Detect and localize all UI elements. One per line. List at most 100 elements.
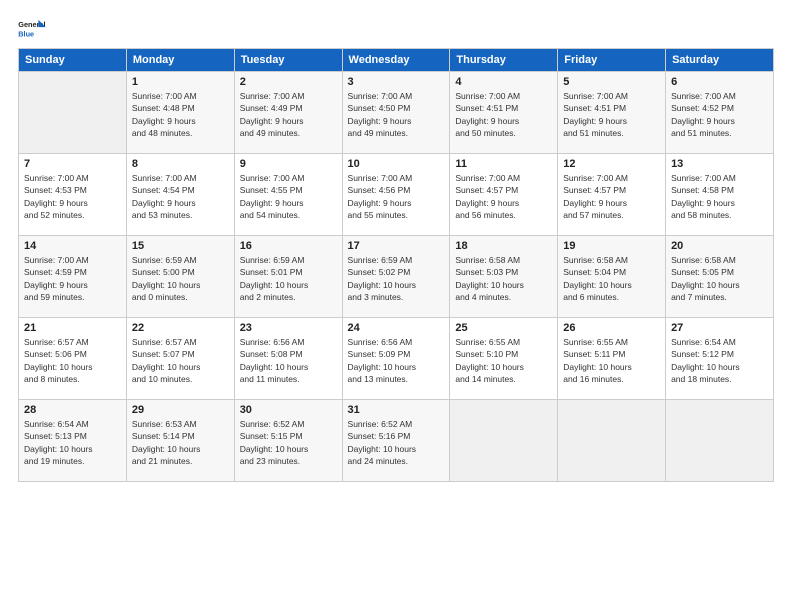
calendar-cell: 30Sunrise: 6:52 AM Sunset: 5:15 PM Dayli…	[234, 400, 342, 482]
calendar-cell: 5 Sunrise: 7:00 AM Sunset: 4:51 PM Daylig…	[558, 72, 666, 154]
day-info: Sunrise: 7:00 AM Sunset: 4:56 PM Dayligh…	[348, 172, 445, 221]
day-number: 17	[348, 240, 445, 252]
day-number: 6	[671, 76, 768, 88]
calendar-cell: 2 Sunrise: 7:00 AM Sunset: 4:49 PM Daylig…	[234, 72, 342, 154]
day-number: 10	[348, 158, 445, 170]
weekday-header: Monday	[126, 49, 234, 72]
day-number: 23	[240, 322, 337, 334]
day-number: 24	[348, 322, 445, 334]
calendar-cell: 31 Sunrise: 6:52 AM Sunset: 5:16 PM Dayli…	[342, 400, 450, 482]
weekday-header: Friday	[558, 49, 666, 72]
day-info: Sunrise: 6:57 AM Sunset: 5:07 PM Dayligh…	[132, 336, 229, 385]
day-info: Sunrise: 7:00 AM Sunset: 4:54 PM Dayligh…	[132, 172, 229, 221]
day-number: 18	[455, 240, 552, 252]
calendar-cell: 10 Sunrise: 7:00 AM Sunset: 4:56 PM Dayli…	[342, 154, 450, 236]
weekday-header: Tuesday	[234, 49, 342, 72]
calendar-table: SundayMondayTuesdayWednesdayThursdayFrid…	[18, 48, 774, 482]
calendar-cell: 22 Sunrise: 6:57 AM Sunset: 5:07 PM Dayli…	[126, 318, 234, 400]
day-info: Sunrise: 6:58 AM Sunset: 5:04 PM Dayligh…	[563, 254, 660, 303]
calendar-cell: 1 Sunrise: 7:00 AM Sunset: 4:48 PM Daylig…	[126, 72, 234, 154]
day-number: 26	[563, 322, 660, 334]
logo-icon: General Blue	[18, 18, 46, 40]
calendar-cell: 15 Sunrise: 6:59 AM Sunset: 5:00 PM Dayli…	[126, 236, 234, 318]
day-info: Sunrise: 6:57 AM Sunset: 5:06 PM Dayligh…	[24, 336, 121, 385]
day-number: 30	[240, 404, 337, 416]
day-info: Sunrise: 6:58 AM Sunset: 5:03 PM Dayligh…	[455, 254, 552, 303]
calendar-cell: 20 Sunrise: 6:58 AM Sunset: 5:05 PM Dayli…	[666, 236, 774, 318]
weekday-header: Sunday	[19, 49, 127, 72]
day-number: 28	[24, 404, 121, 416]
calendar-cell: 28 Sunrise: 6:54 AM Sunset: 5:13 PM Dayli…	[19, 400, 127, 482]
day-number: 29	[132, 404, 229, 416]
day-info: Sunrise: 6:56 AM Sunset: 5:09 PM Dayligh…	[348, 336, 445, 385]
calendar-cell: 11Sunrise: 7:00 AM Sunset: 4:57 PM Dayli…	[450, 154, 558, 236]
day-number: 19	[563, 240, 660, 252]
day-info: Sunrise: 6:55 AM Sunset: 5:10 PM Dayligh…	[455, 336, 552, 385]
day-number: 3	[348, 76, 445, 88]
day-number: 22	[132, 322, 229, 334]
calendar-cell: 8Sunrise: 7:00 AM Sunset: 4:54 PM Daylig…	[126, 154, 234, 236]
day-number: 9	[240, 158, 337, 170]
day-number: 15	[132, 240, 229, 252]
calendar-cell: 19 Sunrise: 6:58 AM Sunset: 5:04 PM Dayli…	[558, 236, 666, 318]
day-info: Sunrise: 6:56 AM Sunset: 5:08 PM Dayligh…	[240, 336, 337, 385]
day-info: Sunrise: 7:00 AM Sunset: 4:51 PM Dayligh…	[455, 90, 552, 139]
calendar-cell: 7Sunrise: 7:00 AM Sunset: 4:53 PM Daylig…	[19, 154, 127, 236]
day-number: 4	[455, 76, 552, 88]
weekday-header: Thursday	[450, 49, 558, 72]
day-number: 21	[24, 322, 121, 334]
calendar-container: General Blue SundayMondayTuesdayWednesda…	[0, 0, 792, 492]
calendar-cell: 6 Sunrise: 7:00 AM Sunset: 4:52 PM Daylig…	[666, 72, 774, 154]
day-number: 1	[132, 76, 229, 88]
day-number: 11	[455, 158, 552, 170]
day-number: 2	[240, 76, 337, 88]
calendar-cell: 4 Sunrise: 7:00 AM Sunset: 4:51 PM Daylig…	[450, 72, 558, 154]
day-info: Sunrise: 7:00 AM Sunset: 4:50 PM Dayligh…	[348, 90, 445, 139]
day-info: Sunrise: 6:53 AM Sunset: 5:14 PM Dayligh…	[132, 418, 229, 467]
calendar-cell	[666, 400, 774, 482]
day-number: 14	[24, 240, 121, 252]
calendar-cell: 9 Sunrise: 7:00 AM Sunset: 4:55 PM Daylig…	[234, 154, 342, 236]
day-info: Sunrise: 6:52 AM Sunset: 5:16 PM Dayligh…	[348, 418, 445, 467]
day-number: 5	[563, 76, 660, 88]
day-info: Sunrise: 6:54 AM Sunset: 5:13 PM Dayligh…	[24, 418, 121, 467]
day-number: 20	[671, 240, 768, 252]
day-info: Sunrise: 7:00 AM Sunset: 4:51 PM Dayligh…	[563, 90, 660, 139]
calendar-cell	[19, 72, 127, 154]
calendar-cell	[450, 400, 558, 482]
day-info: Sunrise: 7:00 AM Sunset: 4:59 PM Dayligh…	[24, 254, 121, 303]
day-info: Sunrise: 6:59 AM Sunset: 5:01 PM Dayligh…	[240, 254, 337, 303]
header: General Blue	[18, 18, 774, 40]
day-number: 25	[455, 322, 552, 334]
svg-text:Blue: Blue	[18, 29, 34, 38]
day-info: Sunrise: 6:58 AM Sunset: 5:05 PM Dayligh…	[671, 254, 768, 303]
day-number: 31	[348, 404, 445, 416]
calendar-cell	[558, 400, 666, 482]
calendar-cell: 12 Sunrise: 7:00 AM Sunset: 4:57 PM Dayli…	[558, 154, 666, 236]
day-number: 16	[240, 240, 337, 252]
day-number: 12	[563, 158, 660, 170]
calendar-cell: 18 Sunrise: 6:58 AM Sunset: 5:03 PM Dayli…	[450, 236, 558, 318]
day-info: Sunrise: 7:00 AM Sunset: 4:49 PM Dayligh…	[240, 90, 337, 139]
calendar-cell: 16 Sunrise: 6:59 AM Sunset: 5:01 PM Dayli…	[234, 236, 342, 318]
weekday-header: Saturday	[666, 49, 774, 72]
day-info: Sunrise: 7:00 AM Sunset: 4:48 PM Dayligh…	[132, 90, 229, 139]
calendar-cell: 13 Sunrise: 7:00 AM Sunset: 4:58 PM Dayli…	[666, 154, 774, 236]
day-info: Sunrise: 7:00 AM Sunset: 4:55 PM Dayligh…	[240, 172, 337, 221]
day-info: Sunrise: 7:00 AM Sunset: 4:52 PM Dayligh…	[671, 90, 768, 139]
calendar-cell: 14 Sunrise: 7:00 AM Sunset: 4:59 PM Dayli…	[19, 236, 127, 318]
calendar-cell: 17 Sunrise: 6:59 AM Sunset: 5:02 PM Dayli…	[342, 236, 450, 318]
calendar-cell: 23 Sunrise: 6:56 AM Sunset: 5:08 PM Dayli…	[234, 318, 342, 400]
calendar-cell: 3 Sunrise: 7:00 AM Sunset: 4:50 PM Daylig…	[342, 72, 450, 154]
day-info: Sunrise: 7:00 AM Sunset: 4:58 PM Dayligh…	[671, 172, 768, 221]
calendar-cell: 21 Sunrise: 6:57 AM Sunset: 5:06 PM Dayli…	[19, 318, 127, 400]
day-info: Sunrise: 6:59 AM Sunset: 5:02 PM Dayligh…	[348, 254, 445, 303]
calendar-cell: 27Sunrise: 6:54 AM Sunset: 5:12 PM Dayli…	[666, 318, 774, 400]
calendar-cell: 29 Sunrise: 6:53 AM Sunset: 5:14 PM Dayli…	[126, 400, 234, 482]
weekday-header: Wednesday	[342, 49, 450, 72]
day-info: Sunrise: 6:59 AM Sunset: 5:00 PM Dayligh…	[132, 254, 229, 303]
logo: General Blue	[18, 18, 46, 40]
day-info: Sunrise: 7:00 AM Sunset: 4:57 PM Dayligh…	[563, 172, 660, 221]
day-info: Sunrise: 6:55 AM Sunset: 5:11 PM Dayligh…	[563, 336, 660, 385]
day-number: 13	[671, 158, 768, 170]
